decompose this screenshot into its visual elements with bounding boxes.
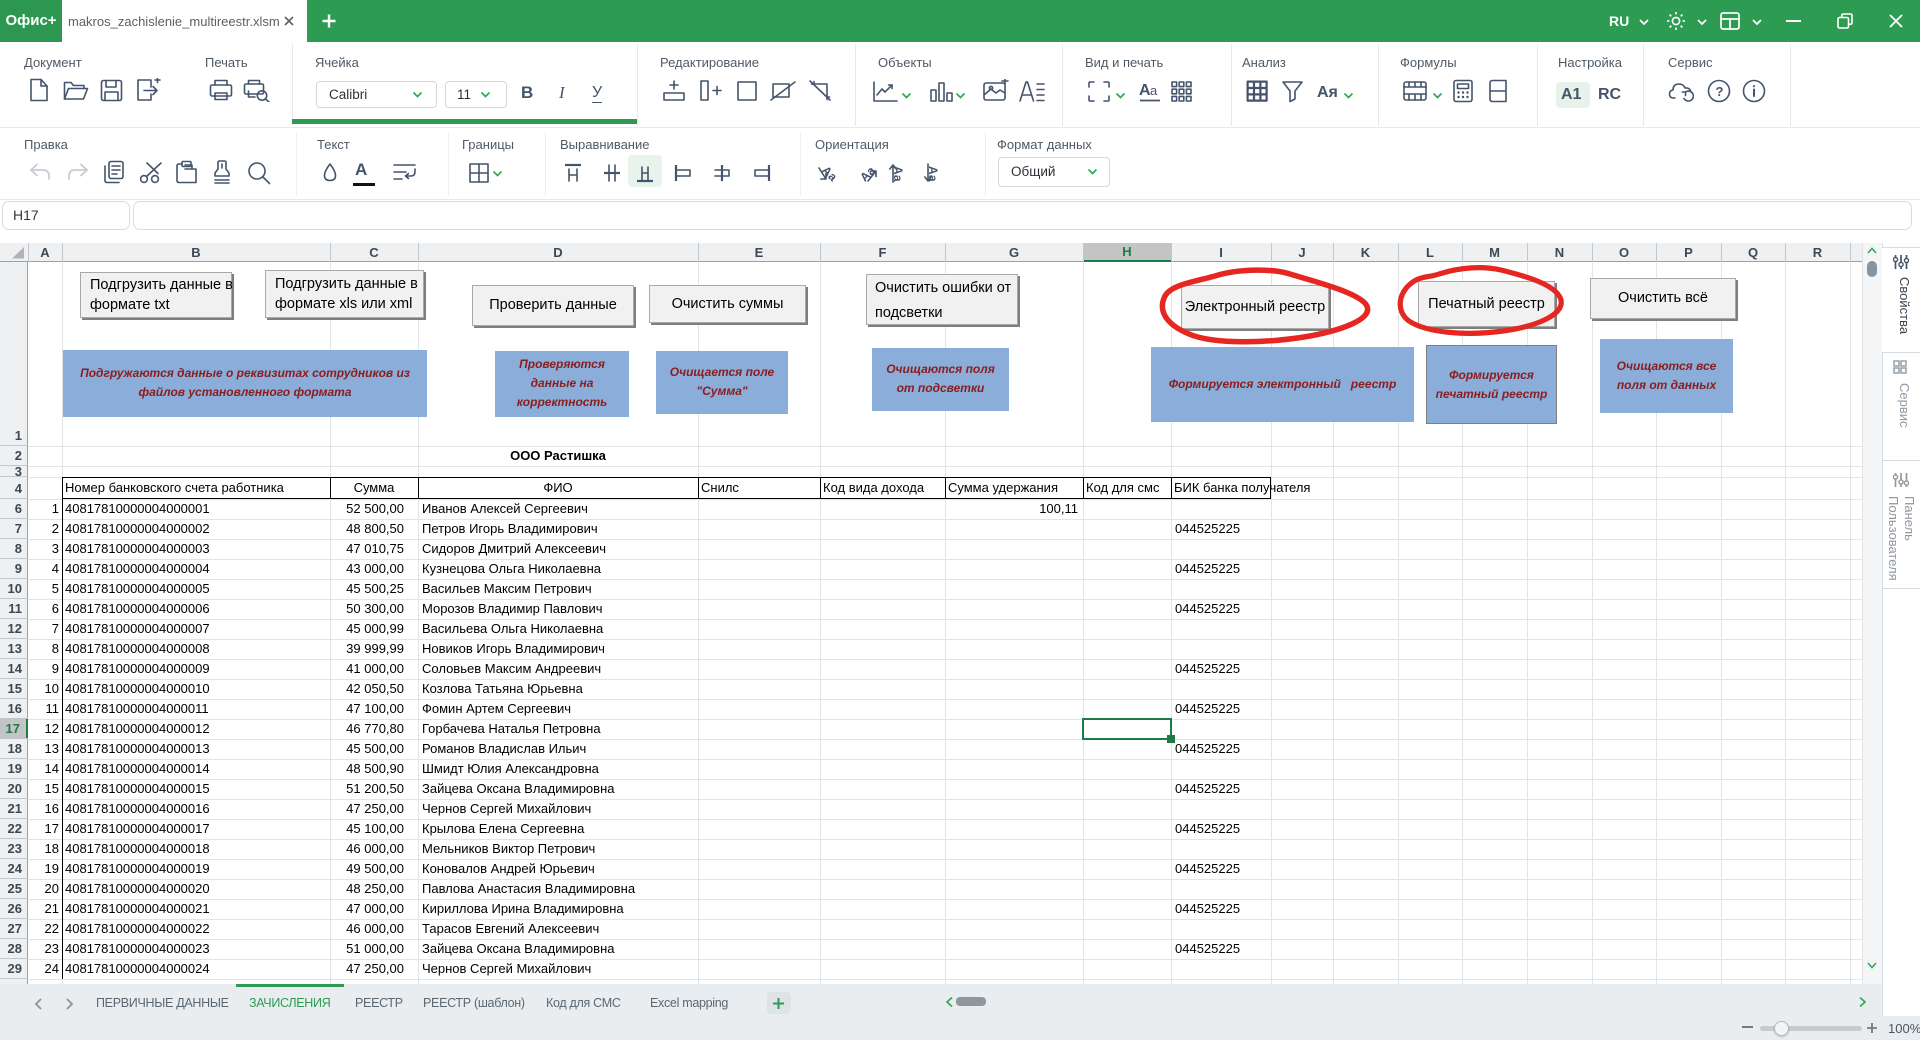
svg-text:a: a (1150, 83, 1158, 98)
svg-text:?: ? (1716, 84, 1724, 99)
